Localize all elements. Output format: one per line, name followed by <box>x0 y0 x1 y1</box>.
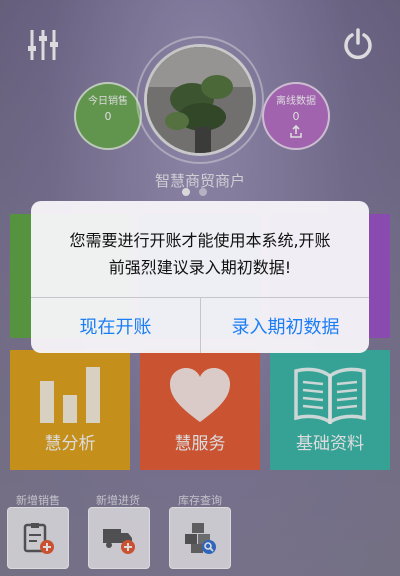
dialog-message-line-1: 您需要进行开账才能使用本系统,开账 <box>69 231 331 250</box>
dialog-message-line-2: 前强烈建议录入期初数据! <box>108 258 292 277</box>
enter-initial-data-button[interactable]: 录入期初数据 <box>201 298 369 353</box>
open-account-dialog: 您需要进行开账才能使用本系统,开账 前强烈建议录入期初数据! 现在开账 录入期初… <box>31 201 369 353</box>
dialog-message: 您需要进行开账才能使用本系统,开账 前强烈建议录入期初数据! <box>45 227 355 281</box>
open-account-now-button[interactable]: 现在开账 <box>31 298 200 353</box>
